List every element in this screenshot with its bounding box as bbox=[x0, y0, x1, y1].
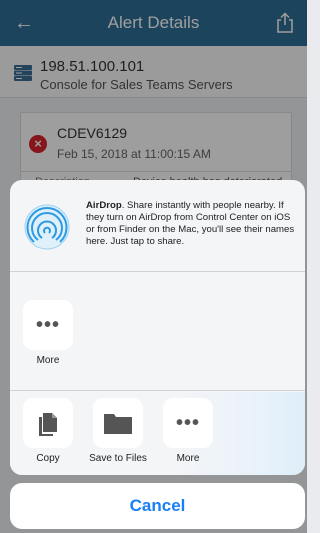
copy-label: Copy bbox=[36, 453, 60, 464]
more-apps-button[interactable]: ••• bbox=[23, 300, 73, 350]
airdrop-icon bbox=[24, 204, 70, 250]
copy-button[interactable] bbox=[23, 398, 73, 448]
airdrop-text: AirDrop. Share instantly with people nea… bbox=[86, 200, 296, 248]
airdrop-title: AirDrop bbox=[86, 200, 122, 211]
copy-icon bbox=[39, 413, 57, 436]
more-icon: ••• bbox=[175, 412, 200, 434]
more-actions-label: More bbox=[176, 453, 200, 464]
airdrop-section[interactable]: AirDrop. Share instantly with people nea… bbox=[10, 180, 305, 272]
folder-icon bbox=[104, 414, 132, 434]
cancel-label: Cancel bbox=[129, 496, 186, 515]
share-apps-row: ••• More bbox=[10, 273, 305, 391]
cancel-button[interactable]: Cancel bbox=[10, 483, 305, 529]
save-to-files-label: Save to Files bbox=[89, 453, 147, 464]
more-icon: ••• bbox=[35, 314, 60, 336]
save-to-files-button[interactable] bbox=[93, 398, 143, 448]
actions-row: Copy Save to Files ••• More bbox=[10, 392, 305, 475]
more-actions-button[interactable]: ••• bbox=[163, 398, 213, 448]
share-sheet: AirDrop. Share instantly with people nea… bbox=[10, 180, 305, 475]
more-apps-label: More bbox=[36, 355, 60, 366]
